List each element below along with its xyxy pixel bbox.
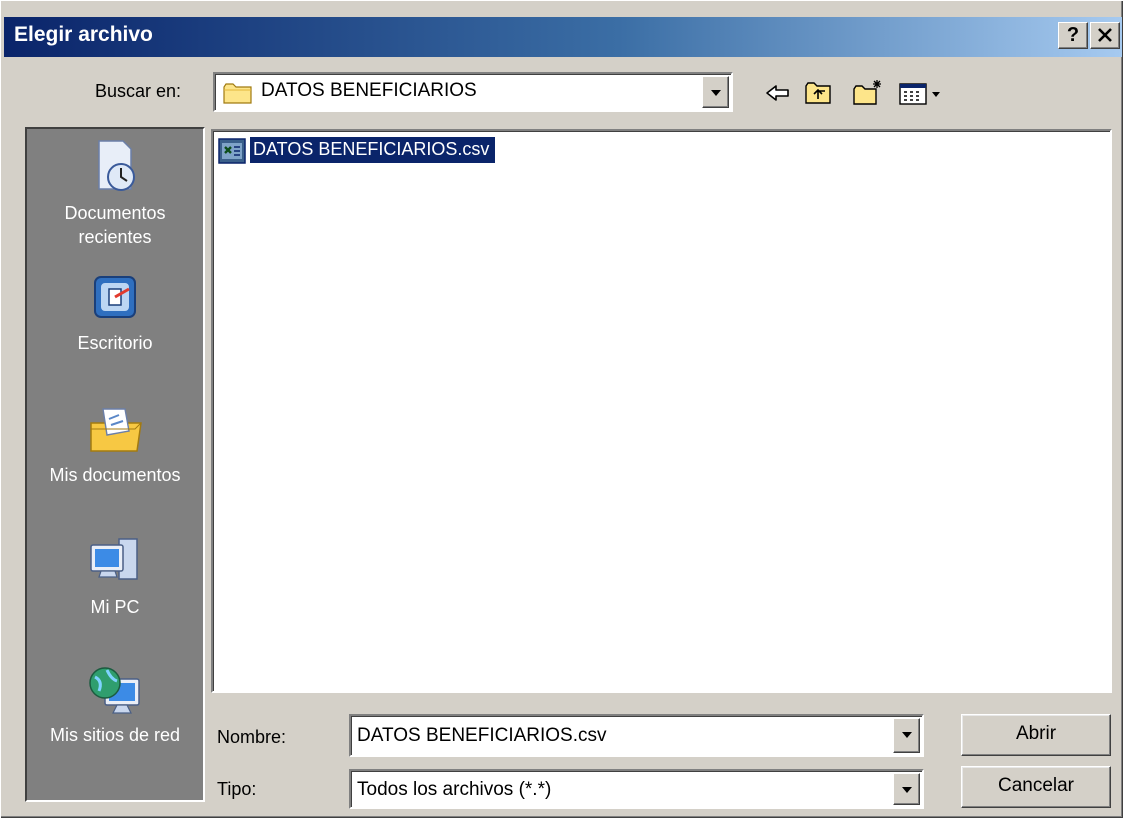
file-list[interactable]: DATOS BENEFICIARIOS.csv: [211, 129, 1112, 693]
place-label: Mis sitios de red: [49, 725, 181, 745]
new-folder-button[interactable]: [851, 77, 885, 109]
my-computer-icon: [90, 538, 138, 580]
place-label: Documentos recientes: [64, 203, 166, 247]
recent-documents-icon: [98, 140, 135, 191]
dialog-title: Elegir archivo: [14, 23, 153, 46]
filename-combo[interactable]: DATOS BENEFICIARIOS.csv: [349, 714, 924, 757]
open-button[interactable]: Abrir: [961, 714, 1111, 756]
place-desktop[interactable]: Escritorio: [27, 269, 203, 354]
filetype-combo[interactable]: Todos los archivos (*.*): [349, 769, 924, 809]
filename-dropdown-button[interactable]: [893, 718, 920, 753]
cancel-button[interactable]: Cancelar: [961, 766, 1111, 808]
filetype-label: Tipo:: [217, 779, 257, 799]
folder-icon: [223, 83, 252, 104]
new-folder-icon: [853, 80, 881, 105]
place-label: Escritorio: [77, 333, 153, 353]
csv-file-icon: [218, 138, 246, 164]
filename-input[interactable]: DATOS BENEFICIARIOS.csv: [357, 725, 607, 747]
close-button[interactable]: [1090, 22, 1120, 49]
filetype-dropdown-button[interactable]: [893, 773, 920, 805]
view-menu-icon: [899, 83, 940, 105]
filetype-value: Todos los archivos (*.*): [357, 779, 552, 800]
lookin-dropdown-button[interactable]: [702, 76, 729, 108]
lookin-combo[interactable]: DATOS BENEFICIARIOS: [213, 72, 733, 112]
close-icon: [1098, 28, 1112, 42]
file-item[interactable]: DATOS BENEFICIARIOS.csv: [217, 137, 496, 167]
file-name: DATOS BENEFICIARIOS.csv: [250, 137, 496, 163]
place-my-documents[interactable]: Mis documentos: [27, 401, 203, 486]
up-folder-button[interactable]: [801, 77, 835, 109]
place-label: Mi PC: [90, 597, 140, 617]
filename-label: Nombre:: [217, 727, 287, 747]
view-menu-button[interactable]: [897, 77, 947, 109]
network-places-icon: [89, 667, 140, 714]
file-open-dialog: Elegir archivo ? Buscar en: DATOS BENEFI…: [0, 0, 1124, 819]
up-folder-icon: [805, 82, 831, 104]
place-my-computer[interactable]: Mi PC: [27, 533, 203, 618]
places-bar: Documentos recientes Escritorio Mis docu…: [25, 127, 205, 802]
my-documents-icon: [90, 408, 142, 452]
lookin-value: DATOS BENEFICIARIOS: [261, 80, 477, 101]
place-label: Mis documentos: [49, 465, 181, 485]
back-icon: [766, 85, 789, 101]
back-button[interactable]: [761, 77, 795, 109]
place-recent-documents[interactable]: Documentos recientes: [27, 137, 203, 249]
help-button[interactable]: ?: [1058, 22, 1088, 49]
desktop-icon: [94, 276, 136, 318]
title-bar[interactable]: Elegir archivo ?: [4, 17, 1122, 57]
lookin-label: Buscar en:: [95, 81, 182, 101]
place-network[interactable]: Mis sitios de red: [27, 661, 203, 746]
